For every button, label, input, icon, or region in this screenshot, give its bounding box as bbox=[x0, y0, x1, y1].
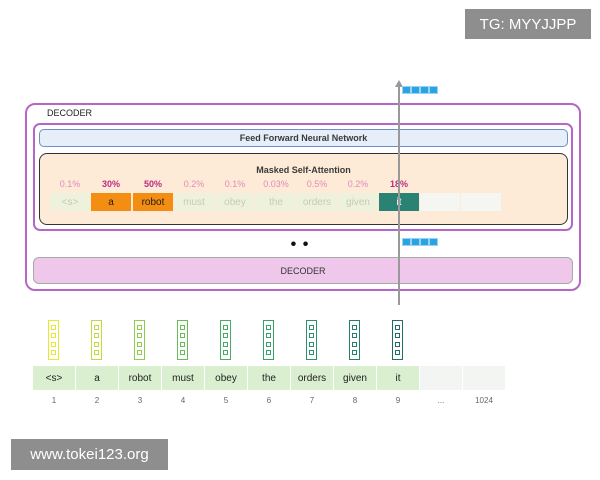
position-index: 4 bbox=[180, 396, 186, 405]
input-vector bbox=[392, 320, 403, 360]
masked-self-attention-title: Masked Self-Attention bbox=[256, 165, 351, 175]
input-token: must bbox=[162, 366, 204, 390]
position-index: ... bbox=[437, 396, 445, 405]
position-index: 8 bbox=[352, 396, 358, 405]
attention-weight: 0.5% bbox=[306, 179, 328, 189]
input-vector bbox=[306, 320, 317, 360]
position-index: 3 bbox=[137, 396, 143, 405]
input-vector bbox=[48, 320, 59, 360]
input-token: <s> bbox=[33, 366, 75, 390]
input-vector bbox=[177, 320, 188, 360]
input-vector bbox=[263, 320, 274, 360]
output-vector bbox=[402, 86, 438, 94]
input-token: a bbox=[76, 366, 118, 390]
input-vector bbox=[220, 320, 231, 360]
input-token: the bbox=[248, 366, 290, 390]
attention-token: a bbox=[91, 193, 131, 211]
input-token-empty bbox=[463, 366, 505, 390]
attention-weight: 0.03% bbox=[263, 179, 289, 189]
attention-weight: 0.1% bbox=[224, 179, 246, 189]
input-token: obey bbox=[205, 366, 247, 390]
attention-token: the bbox=[256, 193, 296, 211]
input-token: orders bbox=[291, 366, 333, 390]
attention-token-empty bbox=[461, 193, 501, 211]
attention-token-empty bbox=[420, 193, 460, 211]
position-index: 2 bbox=[94, 396, 100, 405]
flow-line bbox=[398, 86, 400, 305]
input-token: robot bbox=[119, 366, 161, 390]
watermark-bottom: www.tokei123.org bbox=[11, 439, 168, 470]
position-index: 5 bbox=[223, 396, 229, 405]
input-token: given bbox=[334, 366, 376, 390]
decoder-title: DECODER bbox=[47, 108, 93, 118]
attention-token: robot bbox=[133, 193, 173, 211]
position-index: 9 bbox=[395, 396, 401, 405]
attention-weight: 50% bbox=[143, 179, 162, 189]
attention-token: orders bbox=[297, 193, 337, 211]
input-vector bbox=[134, 320, 145, 360]
attention-token: must bbox=[174, 193, 214, 211]
attention-weight: 0.2% bbox=[183, 179, 205, 189]
watermark-top: TG: MYYJJPP bbox=[465, 9, 591, 39]
input-vector bbox=[349, 320, 360, 360]
feed-forward-layer: Feed Forward Neural Network bbox=[39, 129, 568, 147]
attention-token: obey bbox=[215, 193, 255, 211]
masked-self-attention-layer bbox=[39, 153, 568, 225]
attention-weight: 30% bbox=[101, 179, 120, 189]
attention-token: given bbox=[338, 193, 378, 211]
decoder-stack-bar: DECODER bbox=[33, 257, 573, 284]
hidden-state-vector bbox=[402, 238, 438, 246]
position-index: 6 bbox=[266, 396, 272, 405]
attention-weight: 0.1% bbox=[59, 179, 81, 189]
attention-token: <s> bbox=[50, 193, 90, 211]
input-token-empty bbox=[420, 366, 462, 390]
input-token: it bbox=[377, 366, 419, 390]
input-vector bbox=[91, 320, 102, 360]
position-index: 1 bbox=[51, 396, 57, 405]
position-index: 7 bbox=[309, 396, 315, 405]
position-index: 1024 bbox=[475, 396, 493, 405]
attention-weight: 0.2% bbox=[347, 179, 369, 189]
